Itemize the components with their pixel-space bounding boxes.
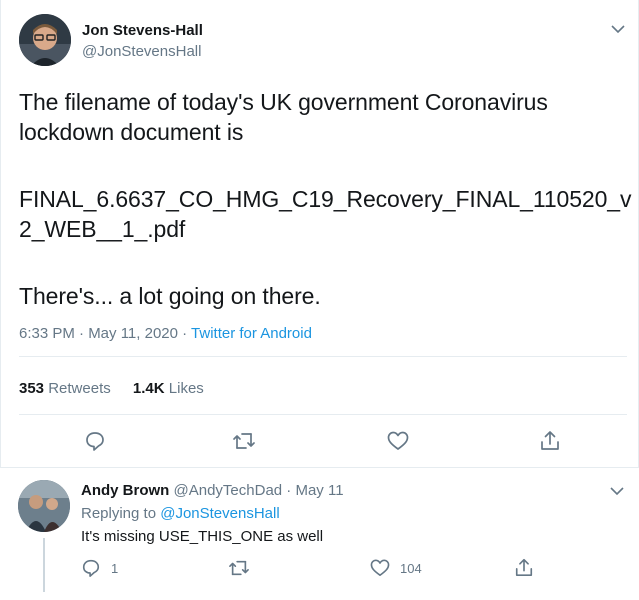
main-tweet: Jon Stevens-Hall @JonStevensHall The fil… <box>0 0 639 467</box>
reply-count: 1 <box>111 561 119 576</box>
tweet-text-line: FINAL_6.6637_CO_HMG_C19_Recovery_FINAL_1… <box>19 186 632 212</box>
tweet-source-link[interactable]: Twitter for Android <box>191 325 312 342</box>
chevron-down-icon[interactable] <box>610 486 624 496</box>
tweet-text-line: 2_WEB__1_.pdf <box>19 216 186 242</box>
reply-author-handle[interactable]: @AndyTechDad · May 11 <box>174 482 344 499</box>
chevron-down-icon[interactable] <box>611 24 625 34</box>
divider <box>0 467 639 468</box>
author-handle[interactable]: @JonStevensHall <box>82 43 201 60</box>
retweets-count: 353 <box>19 380 45 397</box>
likes-count: 1.4K <box>132 380 165 397</box>
avatar[interactable] <box>19 14 71 66</box>
tweet-text-line: There's... a lot going on there. <box>19 283 321 309</box>
retweets-label: Retweets <box>48 380 111 397</box>
reply-author-name[interactable]: Andy Brown <box>81 482 169 499</box>
share-icon[interactable] <box>514 557 534 577</box>
tweet-text-line: lockdown document is <box>19 119 244 145</box>
replying-to: Replying to @JonStevensHall <box>81 505 280 522</box>
reply-icon[interactable] <box>84 430 106 452</box>
reply-text: It's missing USE_THIS_ONE as well <box>81 528 324 545</box>
divider <box>19 414 627 415</box>
divider <box>19 356 627 357</box>
reply-header: Andy Brown @AndyTechDad · May 11 <box>81 482 344 499</box>
tweet-text-line: The filename of today's UK government Co… <box>19 89 548 115</box>
timestamp[interactable]: 6:33 PM · May 11, 2020 · <box>19 325 191 342</box>
retweet-icon[interactable] <box>228 558 250 578</box>
like-count: 104 <box>400 561 422 576</box>
like-icon[interactable] <box>387 431 409 451</box>
retweets-stat[interactable]: 353 Retweets <box>19 380 111 397</box>
likes-label: Likes <box>168 380 204 397</box>
author-name[interactable]: Jon Stevens-Hall <box>82 22 203 39</box>
tweet-stats: 353 Retweets 1.4K Likes <box>19 380 204 397</box>
replying-prefix: Replying to <box>81 505 161 522</box>
like-icon[interactable] <box>370 559 390 577</box>
likes-stat[interactable]: 1.4K Likes <box>133 380 204 397</box>
retweet-icon[interactable] <box>232 430 256 452</box>
thread-line <box>43 538 45 592</box>
replying-to-link[interactable]: @JonStevensHall <box>160 505 279 522</box>
tweet-meta: 6:33 PM · May 11, 2020 · Twitter for And… <box>19 325 312 342</box>
reply-icon[interactable] <box>81 558 101 578</box>
avatar[interactable] <box>18 480 70 532</box>
share-icon[interactable] <box>539 429 561 451</box>
